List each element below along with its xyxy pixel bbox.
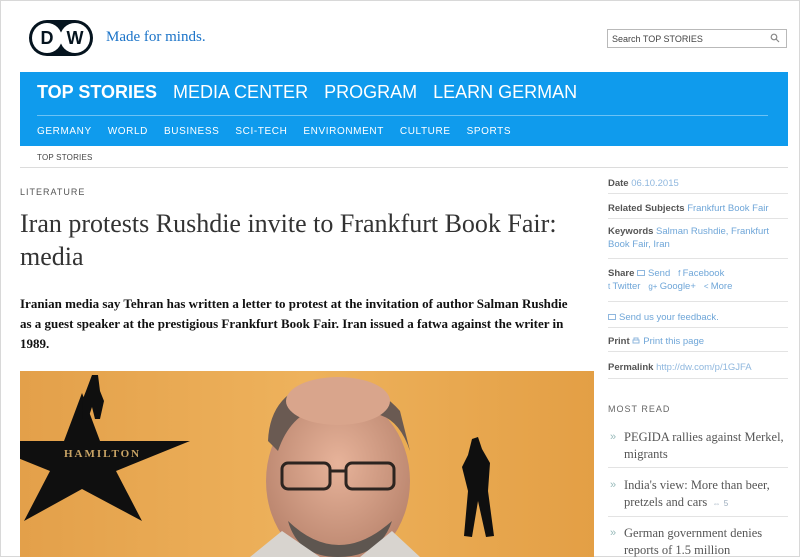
mail-icon bbox=[637, 270, 646, 276]
logo-letter-d: D bbox=[40, 27, 54, 48]
date-value: 06.10.2015 bbox=[631, 178, 679, 189]
meta-feedback: Send us your feedback. bbox=[608, 311, 719, 324]
most-read-item[interactable]: » PEGIDA rallies against Merkel, migrant… bbox=[608, 429, 788, 463]
tab-learn-german[interactable]: LEARN GERMAN bbox=[433, 82, 577, 103]
keywords-label: Keywords bbox=[608, 226, 654, 237]
permalink-value[interactable]: http://dw.com/p/1GJFA bbox=[656, 362, 752, 373]
sidebar-divider bbox=[608, 516, 788, 517]
chevron-right-icon: » bbox=[610, 479, 617, 491]
meta-related: Related Subjects Frankfurt Book Fair bbox=[608, 202, 769, 215]
main-navigation: TOP STORIES MEDIA CENTER PROGRAM LEARN G… bbox=[20, 72, 788, 146]
most-read-item-title: India's view: More than beer, pretzels a… bbox=[624, 478, 770, 509]
subtab-sports[interactable]: SPORTS bbox=[467, 126, 512, 137]
rushdie-photo bbox=[20, 371, 594, 557]
meta-share: Share Send f Facebook t Twitter g+ Googl… bbox=[608, 267, 788, 293]
sub-tabs: GERMANY WORLD BUSINESS SCI-TECH ENVIRONM… bbox=[37, 126, 527, 137]
main-tabs: TOP STORIES MEDIA CENTER PROGRAM LEARN G… bbox=[37, 82, 593, 103]
tagline: Made for minds. bbox=[106, 29, 206, 45]
sidebar-divider bbox=[608, 193, 788, 194]
most-read-item-title: PEGIDA rallies against Merkel, migrants bbox=[624, 430, 784, 461]
breadcrumb[interactable]: TOP STORIES bbox=[37, 153, 93, 162]
most-read-item-title: German government denies reports of 1.5 … bbox=[624, 526, 763, 557]
tab-program[interactable]: PROGRAM bbox=[324, 82, 417, 103]
search-input[interactable] bbox=[608, 30, 766, 47]
subtab-environment[interactable]: ENVIRONMENT bbox=[303, 126, 384, 137]
share-twitter[interactable]: t Twitter bbox=[608, 281, 640, 292]
hamilton-sign-text: HAMILTON bbox=[64, 448, 142, 460]
share-label: Share bbox=[608, 268, 635, 279]
article-image: HAMILTON bbox=[20, 371, 594, 557]
share-google[interactable]: g+ Google+ bbox=[648, 281, 696, 292]
share-send[interactable]: Send bbox=[637, 268, 670, 279]
nav-divider bbox=[37, 115, 768, 116]
share-google-label: Google+ bbox=[659, 281, 696, 292]
google-plus-icon: g+ bbox=[648, 282, 660, 291]
sidebar-divider bbox=[608, 351, 788, 352]
feedback-label: Send us your feedback. bbox=[619, 312, 719, 323]
share-twitter-label: Twitter bbox=[612, 281, 641, 292]
share-send-label: Send bbox=[648, 268, 671, 279]
sidebar-divider bbox=[608, 258, 788, 259]
print-label: Print bbox=[608, 336, 630, 347]
date-label: Date bbox=[608, 178, 629, 189]
chevron-right-icon: » bbox=[610, 431, 617, 443]
feedback-link[interactable]: Send us your feedback. bbox=[608, 312, 719, 323]
feedback-mail-icon bbox=[608, 314, 616, 320]
share-facebook-label: Facebook bbox=[682, 268, 725, 279]
subtab-germany[interactable]: GERMANY bbox=[37, 126, 92, 137]
search-box[interactable] bbox=[607, 29, 787, 48]
subtab-sci-tech[interactable]: SCI-TECH bbox=[235, 126, 287, 137]
sidebar-divider bbox=[608, 301, 788, 302]
search-icon[interactable] bbox=[770, 33, 780, 43]
share-more[interactable]: < More bbox=[704, 281, 733, 292]
article-headline: Iran protests Rushdie invite to Frankfur… bbox=[20, 209, 557, 271]
sidebar-divider bbox=[608, 467, 788, 468]
meta-date: Date 06.10.2015 bbox=[608, 177, 679, 190]
sidebar-divider bbox=[608, 327, 788, 328]
related-link[interactable]: Frankfurt Book Fair bbox=[687, 203, 768, 214]
share-facebook[interactable]: f Facebook bbox=[678, 268, 724, 279]
subtab-world[interactable]: WORLD bbox=[108, 126, 148, 137]
related-label: Related Subjects bbox=[608, 203, 685, 214]
subtab-business[interactable]: BUSINESS bbox=[164, 126, 219, 137]
share-more-icon: < bbox=[703, 282, 711, 291]
comment-icon: ⇔ bbox=[710, 499, 721, 508]
most-read-item[interactable]: » India's view: More than beer, pretzels… bbox=[608, 477, 788, 512]
article-lead: Iranian media say Tehran has written a l… bbox=[20, 296, 568, 351]
share-more-label: More bbox=[710, 281, 733, 292]
meta-permalink: Permalink http://dw.com/p/1GJFA bbox=[608, 361, 752, 374]
print-link[interactable]: Print this page bbox=[632, 336, 704, 347]
sidebar-divider bbox=[608, 218, 788, 219]
meta-keywords: Keywords Salman Rushdie, Frankfurt Book … bbox=[608, 225, 788, 251]
meta-print: Print Print this page bbox=[608, 335, 704, 348]
sidebar-divider bbox=[608, 378, 788, 379]
tab-media-center[interactable]: MEDIA CENTER bbox=[173, 82, 308, 103]
breadcrumb-divider bbox=[20, 167, 788, 168]
printer-icon bbox=[632, 337, 640, 344]
print-link-label: Print this page bbox=[643, 336, 705, 347]
article-category[interactable]: LITERATURE bbox=[20, 187, 85, 197]
chevron-right-icon: » bbox=[610, 527, 617, 539]
logo-letter-w: W bbox=[66, 27, 84, 48]
permalink-label: Permalink bbox=[608, 362, 654, 373]
subtab-culture[interactable]: CULTURE bbox=[400, 126, 451, 137]
most-read-title: MOST READ bbox=[608, 404, 671, 414]
tab-top-stories[interactable]: TOP STORIES bbox=[37, 82, 157, 103]
dw-logo[interactable]: D W bbox=[29, 20, 93, 56]
most-read-item[interactable]: » German government denies reports of 1.… bbox=[608, 525, 788, 557]
comment-count: 5 bbox=[723, 499, 729, 508]
